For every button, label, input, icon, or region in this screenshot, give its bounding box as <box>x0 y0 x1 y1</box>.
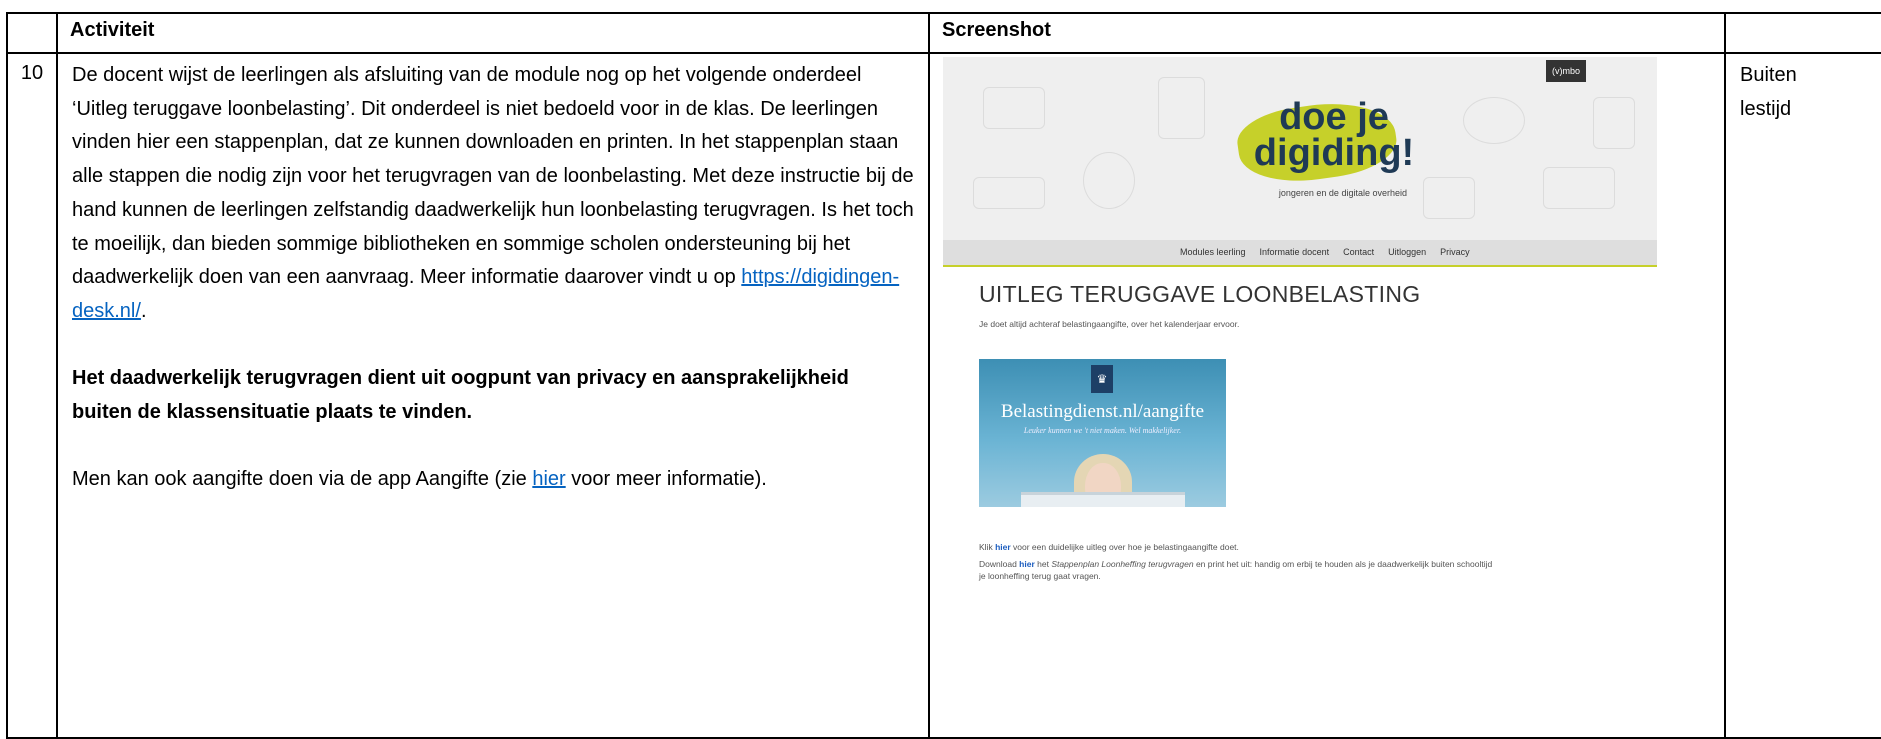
laptop-screen <box>1021 492 1185 507</box>
logo-line-1: doe je <box>1279 96 1389 138</box>
site-explain-line: Klik hier voor een duidelijke uitleg ove… <box>979 542 1239 552</box>
app-info-link[interactable]: hier <box>532 468 565 490</box>
crown-logo-icon: ♛ <box>1091 365 1113 393</box>
nav-modules-leerling[interactable]: Modules leerling <box>1180 240 1246 265</box>
header-time <box>1724 12 1881 54</box>
header-number <box>6 12 58 54</box>
site-intro: Je doet altijd achteraf belastingaangift… <box>979 319 1240 329</box>
nav-informatie-docent[interactable]: Informatie docent <box>1260 240 1330 265</box>
activity-paragraph: De docent wijst de leerlingen als afslui… <box>72 59 914 329</box>
screenshot-cell: (v)mbo doe je digiding! jongeren en de d… <box>928 52 1726 739</box>
privacy-notice-text: Het daadwerkelijk terugvragen dient uit … <box>72 367 849 424</box>
line1-text-end: voor een duidelijke uitleg over hoe je b… <box>1010 542 1239 552</box>
app-text-end: voor meer informatie). <box>565 468 767 491</box>
app-text-start: Men kan ook aangifte doen via de app Aan… <box>72 468 533 491</box>
nav-uitloggen[interactable]: Uitloggen <box>1388 240 1426 265</box>
time-cell: Buiten lestijd <box>1724 52 1881 739</box>
site-page-title: UITLEG TERUGGAVE LOONBELASTING <box>979 281 1421 307</box>
lesson-table: Activiteit Screenshot 10 De docent wijst… <box>6 12 1881 739</box>
activity-cell: De docent wijst de leerlingen als afslui… <box>56 52 930 739</box>
activity-text: De docent wijst de leerlingen als afslui… <box>72 64 914 289</box>
website-screenshot: (v)mbo doe je digiding! jongeren en de d… <box>943 57 1657 707</box>
site-download-link[interactable]: hier <box>1019 559 1035 569</box>
activity-text-end: . <box>140 299 147 322</box>
line2-text: Download <box>979 559 1020 569</box>
row-number: 10 <box>6 52 58 739</box>
time-line-1: Buiten <box>1740 64 1797 86</box>
promo-title: Belastingdienst.nl/aangifte <box>1000 401 1205 422</box>
time-line-2: lestijd <box>1740 97 1792 120</box>
app-paragraph: Men kan ook aangifte doen via de app Aan… <box>72 463 914 497</box>
site-download-line: Download hier het Stappenplan Loonheffin… <box>979 558 1499 582</box>
logo-line-2: digiding! <box>1253 132 1415 174</box>
vmbo-tag: (v)mbo <box>1546 60 1586 82</box>
stappenplan-title: Stappenplan Loonheffing terugvragen <box>1051 559 1194 569</box>
header-screenshot: Screenshot <box>928 12 1726 54</box>
logo-tagline: jongeren en de digitale overheid <box>1278 188 1407 198</box>
privacy-notice: Het daadwerkelijk terugvragen dient uit … <box>72 362 914 429</box>
header-activity: Activiteit <box>56 12 930 54</box>
nav-privacy[interactable]: Privacy <box>1440 240 1470 265</box>
site-banner: (v)mbo doe je digiding! jongeren en de d… <box>943 57 1657 240</box>
site-nav: Modules leerling Informatie docent Conta… <box>943 240 1657 267</box>
belastingdienst-banner: ♛ Belastingdienst.nl/aangifte Leuker kun… <box>979 359 1226 507</box>
line1-text: Klik <box>979 542 996 552</box>
promo-subtitle: Leuker kunnen we 't niet maken. Wel makk… <box>1023 426 1182 435</box>
header-row: Activiteit Screenshot <box>6 12 1881 54</box>
table-row: 10 De docent wijst de leerlingen als afs… <box>6 52 1881 739</box>
nav-contact[interactable]: Contact <box>1343 240 1374 265</box>
site-explain-link[interactable]: hier <box>995 542 1011 552</box>
site-logo: doe je digiding! <box>1239 96 1429 174</box>
line2-text-mid: het <box>1034 559 1052 569</box>
